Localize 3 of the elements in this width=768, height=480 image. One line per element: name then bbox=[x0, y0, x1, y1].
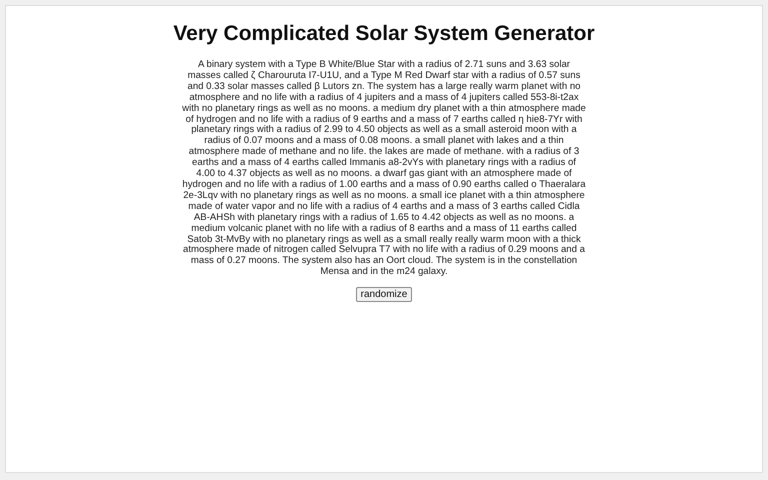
page-title: Very Complicated Solar System Generator bbox=[173, 22, 595, 46]
randomize-button[interactable]: randomize bbox=[356, 287, 412, 302]
system-description: A binary system with a Type B White/Blue Star with a radius of 2.71 suns and 3.63 solar masses called ζ Charouruta I7-U1U, and a Type M Red Dwarf star with a radius of 0.57 suns and 0.33 solar masses called β Lutors zn. The system has a large really warm planet with no atmosphere and no life with a radius of 4 jupiters and a mass of 4 jupiters called 553-8i-t2ax with no planetary rings as well as no moons. a medium dry planet with a thin atmosphere made of hydrogen and no life with a radius of 9 earths and a mass of 7 earths called η hie8-7Yr with planetary rings with a radius of 2.99 to 4.50 objects as well as a small asteroid moon with a radius of 0.07 moons and a mass of 0.08 moons. a small planet with lakes and a thin atmosphere made of methane and no life. the lakes are made of methane. with a radius of 3 earths and a mass of 4 earths called Immanis a8-2vYs with planetary rings with a radius of 4.00 to 4.37 objects as well as no moons. a dwarf gas giant with an atmosphere made of hydrogen and no life with a radius of 1.00 earths and a mass of 0.90 earths called ο Thaeralara 2e-3Lqv with no planetary rings as well as no moons. a small ice planet with a thin atmosphere made of water vapor and no life with a radius of 4 earths and a mass of 3 earths called Cidla AB-AHSh with planetary rings with a radius of 1.65 to 4.42 objects as well as no moons. a medium volcanic planet with no life with a radius of 8 earths and a mass of 11 earths called Satob 3t-MvBy with no planetary rings as well as a small really really warm moon with a thick atmosphere made of nitrogen called Selvupra T7 with no life with a radius of 0.29 moons and a mass of 0.27 moons. The system also has an Oort cloud. The system is in the constellation Mensa and in the m24 galaxy. bbox=[182, 60, 586, 278]
